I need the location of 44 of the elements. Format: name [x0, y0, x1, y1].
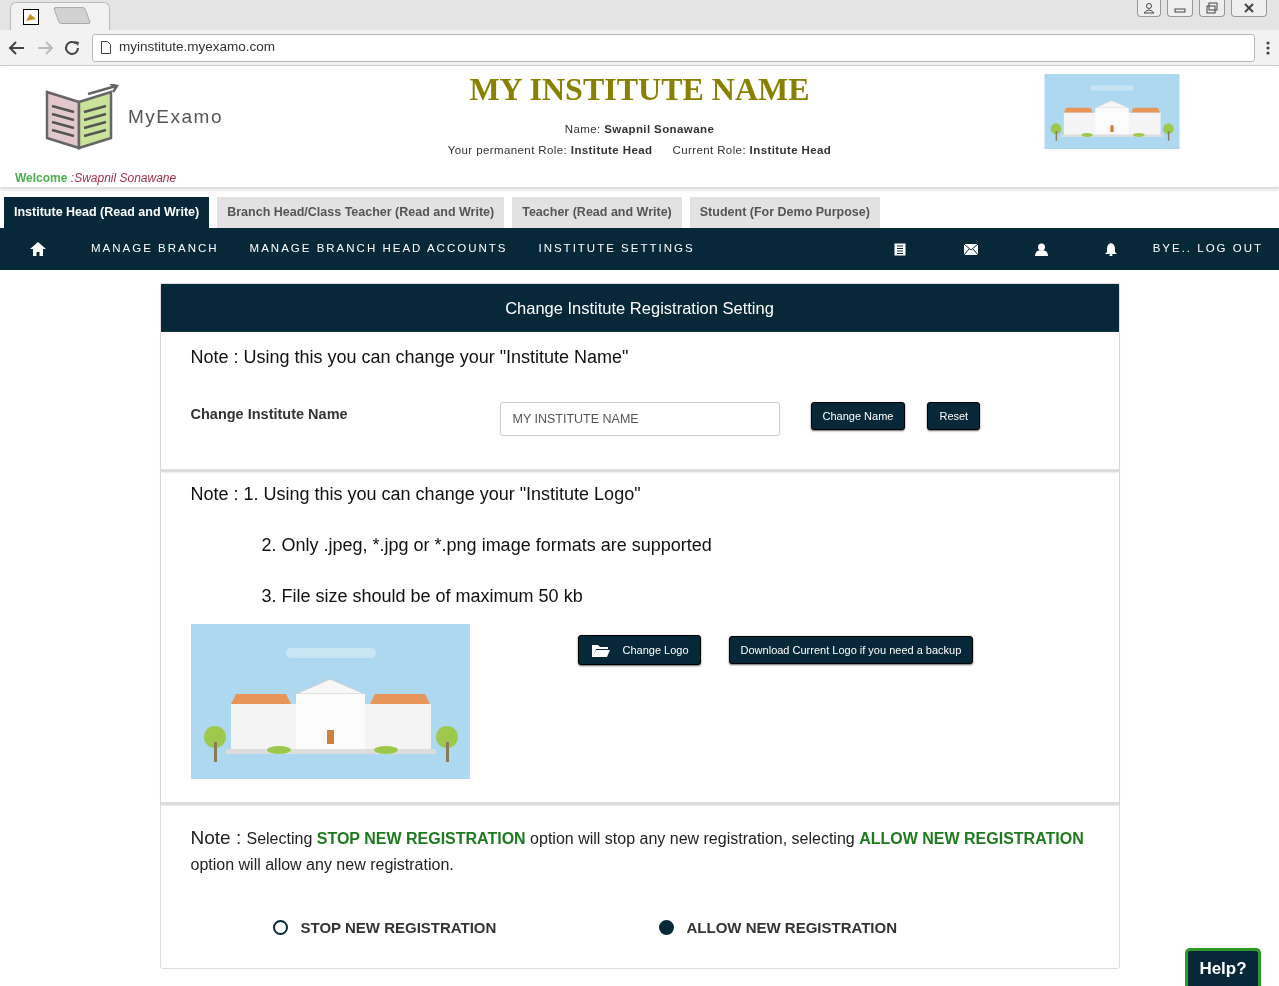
note-text: Note : Selecting STOP NEW REGISTRATION option will stop any new registration, selecting ALLOW NEW REGISTRATION option will allow any new registration. — [190, 826, 1085, 875]
role-tab[interactable]: Branch Head/Class Teacher (Read and Write) — [217, 197, 505, 228]
user-icon[interactable] — [1034, 242, 1048, 256]
folder-icon — [591, 643, 610, 657]
change-name-button[interactable]: Change Name — [810, 402, 906, 430]
bell-icon[interactable] — [1104, 242, 1117, 256]
close-icon[interactable] — [1231, 0, 1267, 17]
role-tab[interactable]: Student (For Demo Purpose) — [689, 197, 880, 228]
logout-link[interactable]: BYE.. LOG OUT — [1152, 240, 1263, 258]
nav-link[interactable]: INSTITUTE SETTINGS — [538, 240, 695, 258]
profile-icon[interactable] — [1137, 0, 1161, 17]
note-text: 2. Only .jpeg, *.jpg or *.png image formats are supported — [260, 534, 713, 557]
permanent-role: Your permanent Role: Institute Head — [447, 144, 653, 157]
note-text: Note : Using this you can change your "Institute Name" — [190, 346, 630, 369]
restore-icon[interactable] — [1199, 0, 1225, 17]
user-name: Name: Swapnil Sonawane — [564, 123, 715, 135]
radio-option[interactable]: ALLOW NEW REGISTRATION — [658, 916, 898, 939]
download-logo-button[interactable]: Download Current Logo if you need a backup — [728, 636, 974, 664]
institute-name: MY INSTITUTE NAME — [468, 73, 811, 105]
reset-button[interactable]: Reset — [927, 402, 981, 430]
home-icon[interactable] — [30, 242, 46, 256]
role-tab[interactable]: Teacher (Read and Write) — [512, 197, 682, 228]
list-icon[interactable] — [893, 242, 906, 256]
role-tab[interactable]: Institute Head (Read and Write) — [4, 197, 210, 228]
field-label: Change Institute Name — [190, 405, 349, 424]
nav-link[interactable]: MANAGE BRANCH HEAD ACCOUNTS — [249, 240, 508, 258]
help-button[interactable]: Help? — [1185, 948, 1261, 986]
welcome-text: Welcome :Swapnil Sonawane — [15, 171, 177, 185]
note-text: 3. File size should be of maximum 50 kb — [260, 585, 584, 608]
nav-link[interactable]: MANAGE BRANCH — [91, 240, 219, 258]
panel-title: Change Institute Registration Setting — [160, 284, 1119, 332]
favicon-icon — [23, 8, 39, 25]
menu-icon[interactable] — [1265, 39, 1271, 56]
reload-icon[interactable] — [64, 39, 82, 56]
institute-name-field[interactable]: MY INSTITUTE NAME — [499, 402, 780, 436]
radio-option[interactable]: STOP NEW REGISTRATION — [272, 916, 659, 939]
mail-icon[interactable] — [963, 243, 978, 255]
note-text: Note : 1. Using this you can change your "Institute Logo" — [190, 483, 642, 506]
change-logo-button[interactable]: Change Logo — [577, 635, 701, 665]
current-role: Current Role: Institute Head — [672, 144, 832, 157]
page-icon — [101, 41, 111, 54]
back-icon[interactable] — [8, 39, 26, 56]
address-bar[interactable]: myinstitute.myexamo.com — [92, 33, 1255, 62]
logo-text: MyExamo — [128, 104, 223, 129]
